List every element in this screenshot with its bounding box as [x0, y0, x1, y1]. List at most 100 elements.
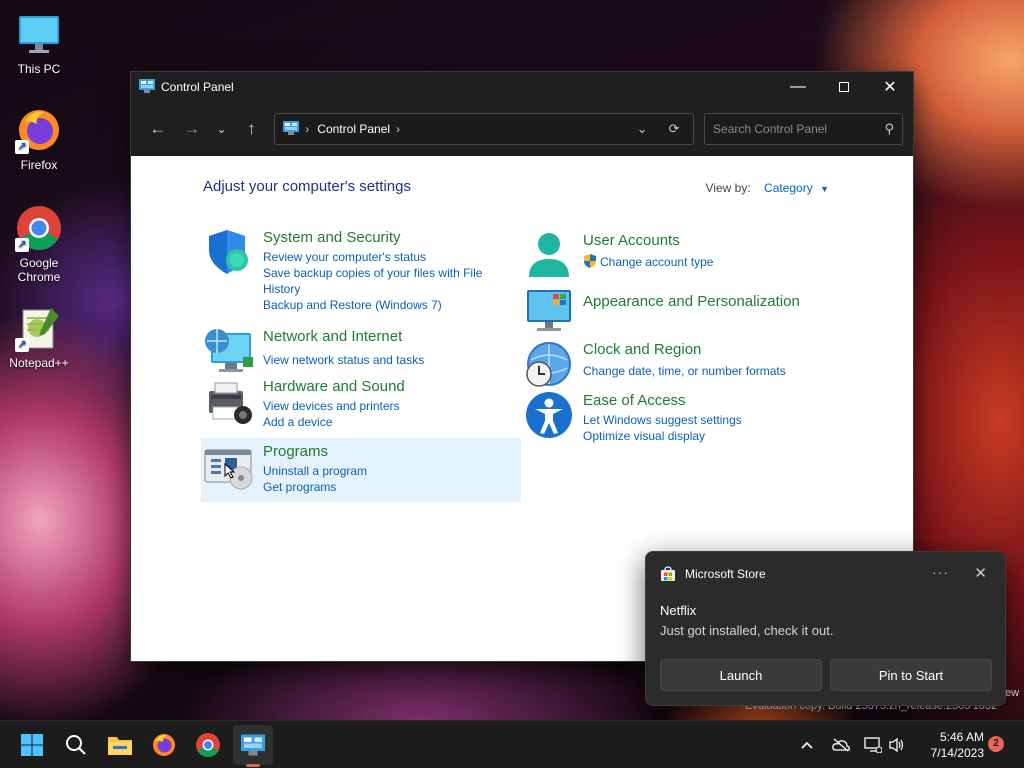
control-panel-taskbar-icon[interactable] [233, 725, 273, 765]
system-clock[interactable]: 5:46 AM 7/14/2023 [912, 729, 984, 761]
link-get-programs[interactable]: Get programs [263, 479, 367, 495]
shortcut-arrow-icon: ↗ [15, 238, 29, 252]
link-date-time-formats[interactable]: Change date, time, or number formats [583, 363, 786, 379]
view-by-label: View by: [705, 181, 751, 195]
firefox-icon[interactable] [148, 729, 180, 761]
minimize-button[interactable]: — [775, 72, 821, 102]
notification-source: Microsoft Store [685, 567, 766, 581]
clock-time[interactable]: 5:46 AM [912, 729, 984, 745]
pin-to-start-button[interactable]: Pin to Start [830, 659, 992, 691]
clock-globe-icon [523, 340, 575, 390]
network-globe-icon [203, 327, 255, 377]
search-input[interactable] [713, 122, 885, 136]
view-by-dropdown[interactable]: Category [764, 181, 813, 195]
search-box[interactable]: ⚲ [704, 113, 904, 145]
printer-icon [203, 377, 255, 427]
desktop-icon-notepadpp[interactable]: ↗ Notepad++ [4, 304, 74, 370]
network-icon[interactable] [864, 721, 882, 768]
file-explorer-icon[interactable] [104, 729, 136, 761]
appearance-monitor-icon [523, 286, 575, 336]
desktop-icon-label: Google Chrome [17, 256, 61, 284]
category-clock-region: Clock and Region Change date, time, or n… [523, 340, 786, 390]
link-add-device[interactable]: Add a device [263, 414, 405, 430]
window-title: Control Panel [161, 80, 234, 94]
notification-app-name: Netflix [660, 603, 697, 618]
show-hidden-icons-chevron-icon[interactable] [800, 721, 814, 768]
title-bar[interactable]: Control Panel — ✕ [131, 72, 913, 102]
breadcrumb-separator[interactable]: › [396, 122, 400, 136]
chrome-icon: ↗ [15, 204, 63, 252]
category-title[interactable]: Appearance and Personalization [583, 292, 800, 311]
category-user-accounts: User Accounts Change account type [523, 231, 713, 281]
link-network-status[interactable]: View network status and tasks [263, 352, 424, 368]
maximize-button[interactable] [821, 72, 867, 102]
close-icon[interactable]: ✕ [974, 564, 987, 582]
category-title[interactable]: Clock and Region [583, 340, 786, 359]
recent-locations-button[interactable]: ⌄ [209, 112, 235, 146]
notification-message: Just got installed, check it out. [660, 623, 834, 638]
address-bar[interactable]: › Control Panel › ⌄ ⟳ [274, 113, 695, 145]
watermark-edge-text: ew [1005, 687, 1020, 699]
category-title[interactable]: Hardware and Sound [263, 377, 405, 396]
active-app-indicator [246, 764, 260, 767]
more-options-icon[interactable]: ··· [932, 564, 949, 580]
desktop-icon-label: Firefox [20, 158, 58, 172]
firefox-icon: ↗ [15, 106, 63, 154]
control-panel-icon [139, 78, 155, 96]
refresh-icon[interactable]: ⟳ [663, 121, 685, 137]
navigation-bar: ← → ⌄ ↑ › Control Panel › ⌄ ⟳ ⚲ [131, 102, 913, 156]
search-icon[interactable] [60, 729, 92, 761]
category-ease-of-access: Ease of Access Let Windows suggest setti… [523, 391, 742, 444]
accessibility-icon [523, 391, 575, 441]
notification-toast[interactable]: Microsoft Store ··· ✕ Netflix Just got i… [645, 551, 1006, 706]
category-title[interactable]: System and Security [263, 228, 503, 247]
search-icon[interactable]: ⚲ [884, 121, 894, 137]
category-programs[interactable]: Programs Uninstall a program Get program… [201, 438, 521, 502]
link-windows-suggest-settings[interactable]: Let Windows suggest settings [583, 412, 742, 428]
link-optimize-visual-display[interactable]: Optimize visual display [583, 428, 742, 444]
link-change-account-type[interactable]: Change account type [583, 254, 713, 272]
view-by: View by: Category ▼ [706, 181, 829, 195]
breadcrumb-control-panel[interactable]: Control Panel [317, 122, 390, 136]
monitor-icon [15, 10, 63, 58]
link-label[interactable]: Change account type [600, 255, 713, 269]
address-dropdown-chevron-icon[interactable]: ⌄ [631, 121, 653, 137]
launch-button[interactable]: Launch [660, 659, 822, 691]
clock-date[interactable]: 7/14/2023 [912, 745, 984, 761]
shield-icon [203, 228, 255, 278]
desktop-icon-this-pc[interactable]: This PC [4, 10, 74, 76]
dropdown-caret-icon[interactable]: ▼ [820, 184, 829, 194]
category-title[interactable]: Programs [263, 442, 367, 461]
breadcrumb-separator[interactable]: › [305, 122, 309, 136]
notepadpp-icon: ↗ [15, 304, 63, 352]
category-network-internet: Network and Internet View network status… [203, 327, 424, 377]
shortcut-arrow-icon: ↗ [15, 140, 29, 154]
user-icon [523, 231, 575, 281]
microsoft-store-icon [660, 566, 676, 582]
chrome-icon[interactable] [192, 729, 224, 761]
desktop-icon-label: Notepad++ [9, 356, 69, 370]
start-windows-icon[interactable] [16, 729, 48, 761]
link-file-history[interactable]: Save backup copies of your files with Fi… [263, 265, 503, 297]
onedrive-offline-icon[interactable] [832, 721, 850, 768]
up-button[interactable]: ↑ [234, 112, 268, 146]
category-title[interactable]: Network and Internet [263, 327, 424, 346]
category-system-security: System and Security Review your computer… [203, 228, 503, 313]
volume-icon[interactable] [888, 721, 906, 768]
page-title: Adjust your computer's settings [203, 178, 411, 195]
notification-count-badge[interactable]: 2 [988, 736, 1004, 752]
link-review-status[interactable]: Review your computer's status [263, 249, 503, 265]
link-devices-printers[interactable]: View devices and printers [263, 398, 405, 414]
control-panel-icon [283, 120, 300, 138]
uac-shield-icon [583, 254, 597, 272]
link-backup-restore[interactable]: Backup and Restore (Windows 7) [263, 297, 503, 313]
category-title[interactable]: User Accounts [583, 231, 713, 250]
forward-button[interactable]: → [175, 112, 209, 146]
desktop-icon-firefox[interactable]: ↗ Firefox [4, 106, 74, 172]
desktop-icon-chrome[interactable]: ↗ Google Chrome [4, 204, 74, 284]
category-title[interactable]: Ease of Access [583, 391, 742, 410]
back-button[interactable]: ← [141, 112, 175, 146]
close-button[interactable]: ✕ [867, 72, 913, 102]
link-uninstall-program[interactable]: Uninstall a program [263, 463, 367, 479]
category-hardware-sound: Hardware and Sound View devices and prin… [203, 377, 405, 430]
